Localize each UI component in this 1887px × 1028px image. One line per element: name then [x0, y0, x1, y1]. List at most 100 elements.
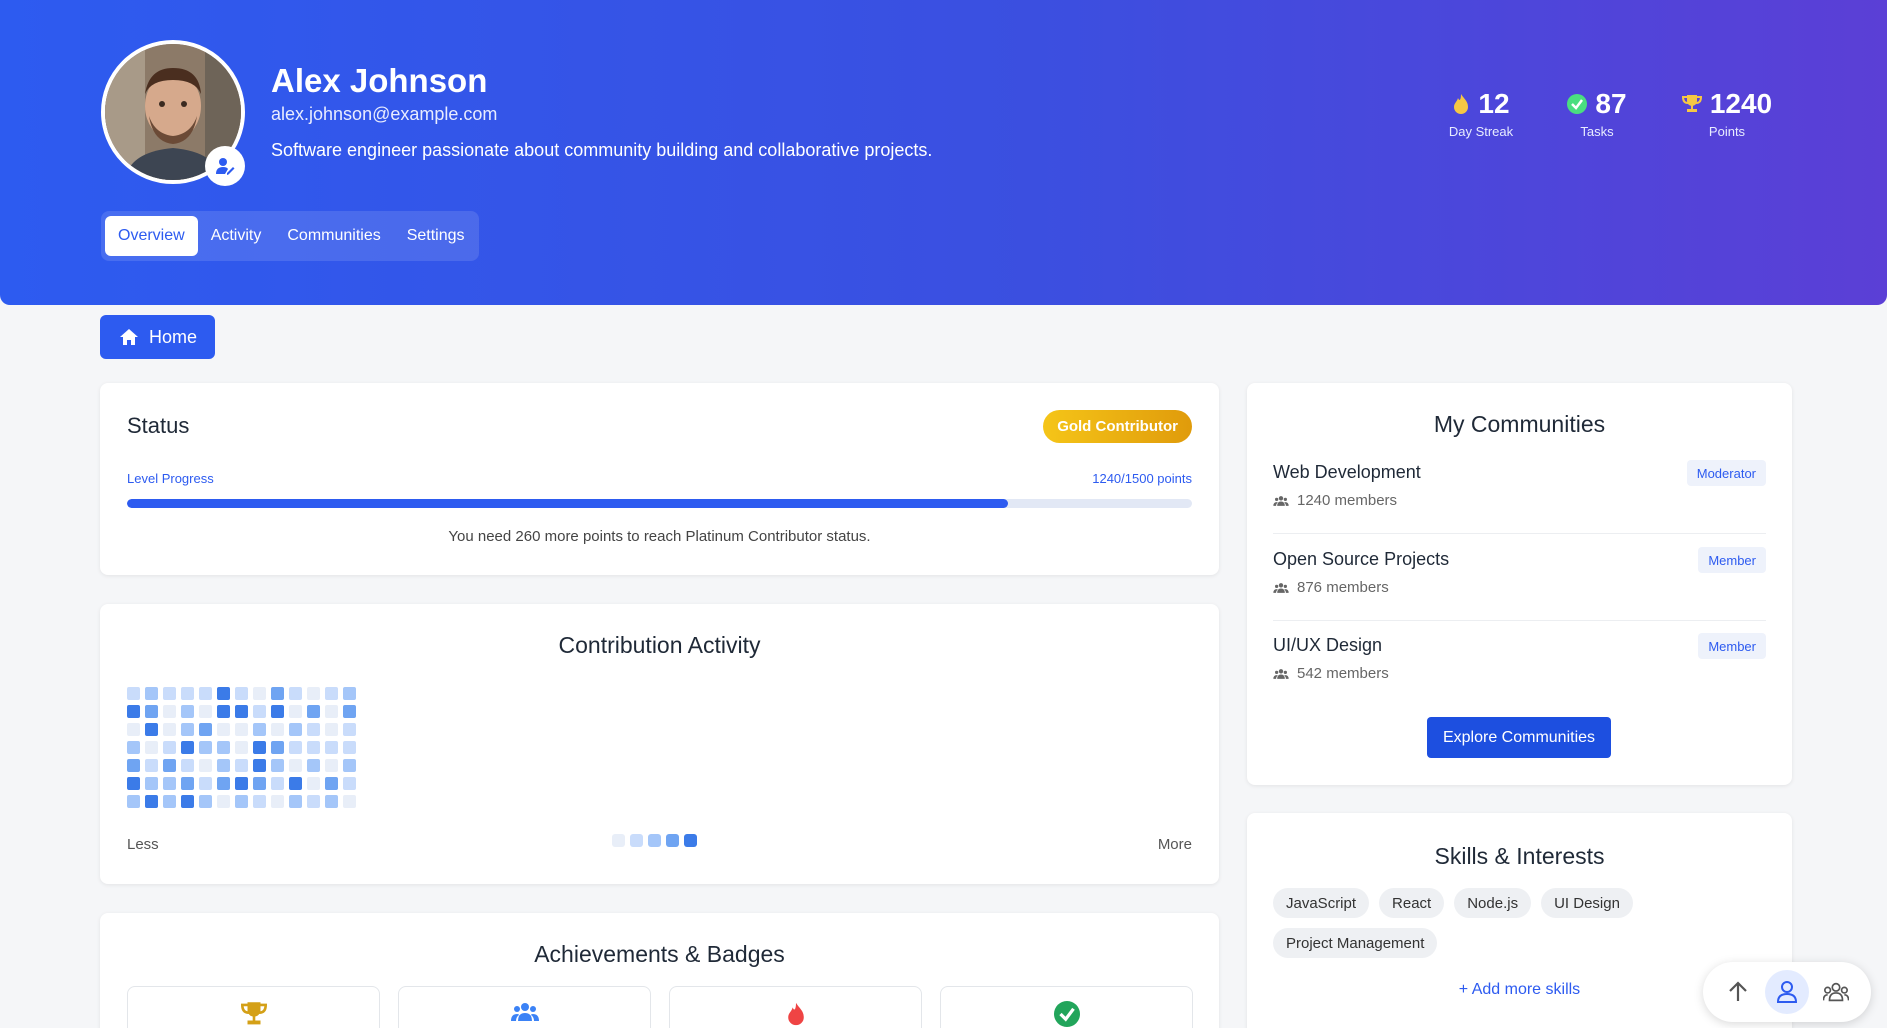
- tab-settings[interactable]: Settings: [394, 216, 478, 256]
- heatmap-cell: [289, 759, 302, 772]
- heatmap-cell: [307, 723, 320, 736]
- heatmap-cell: [235, 705, 248, 718]
- heatmap-cell: [217, 795, 230, 808]
- user-icon: [1776, 981, 1797, 1003]
- heatmap-cell: [217, 687, 230, 700]
- heatmap-cell: [325, 687, 338, 700]
- heatmap-cell: [325, 741, 338, 754]
- heatmap-cell: [181, 723, 194, 736]
- heatmap-cell: [127, 741, 140, 754]
- heatmap-cell: [289, 705, 302, 718]
- heatmap-cell: [181, 777, 194, 790]
- fire-icon: [1454, 94, 1469, 114]
- communities-card: My Communities Web Development 1240 memb…: [1247, 383, 1792, 785]
- heatmap-cell: [127, 705, 140, 718]
- heatmap-cell: [145, 705, 158, 718]
- check-circle-icon: [1053, 1001, 1080, 1027]
- community-item[interactable]: UI/UX Design 542 members Member: [1273, 633, 1766, 721]
- communities-button[interactable]: [1814, 970, 1858, 1014]
- communities-title: My Communities: [1433, 411, 1606, 437]
- legend-less-label: Less: [127, 836, 159, 853]
- profile-button[interactable]: [1764, 970, 1809, 1014]
- heatmap-cell: [163, 705, 176, 718]
- explore-communities-button[interactable]: Explore Communities: [1427, 717, 1611, 758]
- heatmap-cell: [145, 723, 158, 736]
- heatmap-cell: [163, 687, 176, 700]
- heatmap-cell: [145, 759, 158, 772]
- heatmap-cell: [145, 795, 158, 808]
- tab-communities[interactable]: Communities: [274, 216, 393, 256]
- edit-profile-badge[interactable]: [205, 146, 245, 186]
- heatmap-cell: [271, 741, 284, 754]
- floating-action-bar: [1703, 962, 1871, 1022]
- level-progress-label: Level Progress: [127, 471, 214, 486]
- heatmap-cell: [307, 687, 320, 700]
- status-badge: Gold Contributor: [1043, 410, 1192, 443]
- heatmap-cell: [253, 741, 266, 754]
- stat-day-streak: 12 Day Streak: [1421, 86, 1541, 139]
- community-member-count: 1240 members: [1297, 492, 1398, 509]
- legend-swatch: [612, 834, 625, 847]
- stat-label: Tasks: [1580, 124, 1614, 139]
- heatmap-cell: [163, 723, 176, 736]
- achievement-badge[interactable]: [398, 986, 651, 1028]
- community-role-badge: Moderator: [1686, 460, 1766, 486]
- heatmap-cell: [253, 777, 266, 790]
- heatmap-cell: [235, 687, 248, 700]
- heatmap-cell: [289, 795, 302, 808]
- heatmap-cell: [253, 705, 266, 718]
- skills-list: JavaScript React Node.js UI Design Proje…: [1273, 888, 1766, 958]
- heatmap-cell: [181, 759, 194, 772]
- legend-swatch: [630, 834, 643, 847]
- community-name: Web Development: [1273, 462, 1421, 482]
- heatmap-cell: [163, 777, 176, 790]
- heatmap-cell: [127, 759, 140, 772]
- contribution-card: Contribution Activity Less More: [100, 604, 1219, 884]
- community-members: 1240 members: [1273, 492, 1397, 509]
- status-card: Status Gold Contributor Level Progress 1…: [100, 383, 1219, 575]
- heatmap-cell: [199, 687, 212, 700]
- skill-chip[interactable]: Node.js: [1454, 888, 1532, 918]
- heatmap-cell: [217, 705, 230, 718]
- scroll-top-button[interactable]: [1716, 970, 1760, 1014]
- achievement-badge[interactable]: [940, 986, 1193, 1028]
- heatmap-cell: [307, 759, 320, 772]
- tab-overview[interactable]: Overview: [105, 216, 198, 256]
- heatmap-cell: [325, 795, 338, 808]
- home-button[interactable]: Home: [100, 315, 215, 359]
- achievement-badge[interactable]: [127, 986, 380, 1028]
- check-circle-icon: [1567, 94, 1588, 114]
- points-progress-label: 1240/1500 points: [1092, 471, 1192, 486]
- skill-chip[interactable]: UI Design: [1541, 888, 1633, 918]
- heatmap-cell: [343, 705, 356, 718]
- heatmap-cell: [253, 759, 266, 772]
- tab-activity[interactable]: Activity: [198, 216, 275, 256]
- stat-value: 12: [1478, 88, 1510, 119]
- heatmap-cell: [235, 759, 248, 772]
- skills-title: Skills & Interests: [1434, 843, 1605, 869]
- heatmap-cell: [271, 777, 284, 790]
- heatmap-cell: [289, 741, 302, 754]
- legend-more-label: More: [1157, 836, 1192, 853]
- heatmap-cell: [199, 723, 212, 736]
- skill-chip[interactable]: React: [1379, 888, 1445, 918]
- community-item[interactable]: Web Development 1240 members Moderator: [1273, 460, 1766, 548]
- legend-swatch: [648, 834, 661, 847]
- contribution-legend: [612, 834, 697, 847]
- community-item[interactable]: Open Source Projects 876 members Member: [1273, 547, 1766, 635]
- achievement-badge[interactable]: [669, 986, 922, 1028]
- heatmap-cell: [127, 687, 140, 700]
- heatmap-cell: [181, 687, 194, 700]
- contribution-heatmap: [127, 687, 356, 808]
- heatmap-cell: [343, 759, 356, 772]
- users-icon: [1273, 582, 1289, 593]
- skill-chip[interactable]: Project Management: [1273, 928, 1438, 958]
- contribution-title: Contribution Activity: [558, 632, 761, 658]
- heatmap-cell: [307, 795, 320, 808]
- heatmap-cell: [343, 723, 356, 736]
- heatmap-cell: [325, 777, 338, 790]
- heatmap-cell: [199, 705, 212, 718]
- heatmap-cell: [289, 687, 302, 700]
- stat-value: 87: [1595, 88, 1627, 119]
- skill-chip[interactable]: JavaScript: [1273, 888, 1370, 918]
